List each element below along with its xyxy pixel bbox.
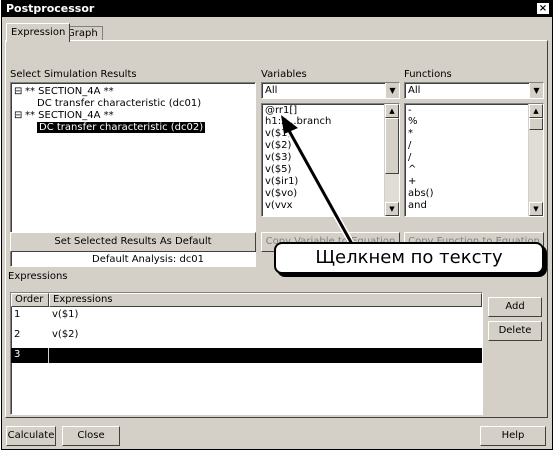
arrow-head-icon (281, 115, 298, 134)
tab-expression[interactable]: Expression (6, 23, 71, 42)
annotation-arrow (281, 115, 355, 246)
annotation-callout: Щелкнем по тексту (274, 242, 544, 274)
